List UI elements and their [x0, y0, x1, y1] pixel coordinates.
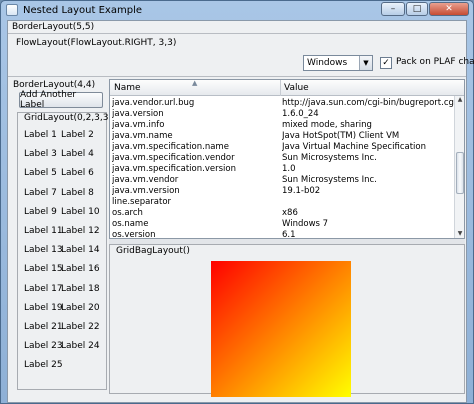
title-bar[interactable]: Nested Layout Example – □ ✕ [1, 1, 473, 19]
window-title: Nested Layout Example [23, 4, 142, 16]
grid-label: Label 11 [24, 226, 63, 236]
table-row[interactable]: os.name Windows 7 [110, 219, 454, 230]
grid-label: Label 17 [24, 283, 63, 294]
plaf-select[interactable]: Windows ▼ [303, 55, 373, 71]
scroll-up-icon[interactable]: ▲ [456, 96, 464, 104]
gradient-image [211, 261, 351, 397]
scroll-down-icon[interactable]: ▼ [456, 230, 464, 238]
divider [8, 33, 466, 34]
flow-layout-label: FlowLayout(FlowLayout.RIGHT, 3,3) [16, 38, 177, 48]
maximize-button[interactable]: □ [406, 2, 428, 16]
table-cell-name: line.separator [112, 197, 172, 207]
maximize-icon: □ [412, 4, 422, 14]
table-cell-value: Sun Microsystems Inc. [282, 153, 377, 163]
gridbag-layout-label: GridBagLayout() [116, 246, 190, 256]
grid-label: Label 21 [24, 322, 63, 332]
plaf-select-value: Windows [307, 58, 348, 68]
grid-layout-label: GridLayout(0,2,3,3) [24, 113, 112, 123]
grid-label: Label 5 [24, 168, 57, 179]
border-layout-inner-label: BorderLayout(4,4) [13, 80, 96, 90]
table-row[interactable]: line.separator [110, 197, 454, 208]
table-cell-name: java.vm.info [112, 120, 165, 130]
properties-table: Name ▲ Value java.vendor.url.bug http://j… [109, 79, 465, 239]
table-cell-value: x86 [282, 208, 298, 218]
table-row[interactable]: java.vm.specification.version 1.0 [110, 164, 454, 175]
table-row[interactable]: java.vm.specification.vendor Sun Microsys… [110, 153, 454, 164]
column-divider[interactable] [280, 80, 281, 96]
divider [8, 76, 466, 77]
grid-label: Label 12 [61, 226, 100, 236]
grid-label: Label 2 [61, 130, 94, 140]
table-cell-name: java.vm.vendor [112, 175, 179, 185]
table-row[interactable]: java.vm.specification.name Java Virtual M… [110, 142, 454, 153]
grid-label: Label 22 [61, 322, 100, 332]
table-cell-name: os.name [112, 219, 149, 229]
grid-label: Label 4 [61, 149, 94, 160]
java-frame-icon [6, 4, 18, 16]
table-row[interactable]: os.arch x86 [110, 208, 454, 219]
minimize-icon: – [390, 4, 396, 14]
table-row[interactable]: java.vm.info mixed mode, sharing [110, 120, 454, 131]
table-cell-value: 6.1 [282, 230, 296, 239]
table-cell-name: java.vm.version [112, 186, 180, 196]
table-cell-name: java.vendor.url.bug [112, 98, 195, 108]
grid-label: Label 24 [61, 341, 100, 352]
table-cell-name: java.vm.specification.name [112, 142, 229, 152]
table-row[interactable]: java.vm.name Java HotSpot(TM) Client VM [110, 131, 454, 142]
grid-label: Label 1 [24, 130, 57, 140]
column-header-value[interactable]: Value [284, 83, 309, 93]
grid-label: Label 6 [61, 168, 94, 179]
grid-label: Label 8 [61, 187, 94, 198]
table-cell-value: http://java.sun.com/cgi-bin/bugreport.cg… [282, 98, 454, 108]
table-cell-name: os.arch [112, 208, 143, 218]
column-header-name[interactable]: Name [114, 83, 141, 93]
table-cell-value: mixed mode, sharing [282, 120, 372, 130]
table-cell-value: Windows 7 [282, 219, 329, 229]
pack-checkbox-label: Pack on PLAF change [396, 57, 474, 67]
table-cell-value: Sun Microsystems Inc. [282, 175, 377, 185]
table-cell-name: java.vm.name [112, 131, 173, 141]
table-cell-value: 1.6.0_24 [282, 109, 319, 119]
grid-label: Label 16 [61, 264, 100, 275]
table-row[interactable]: java.version 1.6.0_24 [110, 109, 454, 120]
table-scrollbar[interactable]: ▲ ▼ [454, 96, 464, 238]
grid-label: Label 9 [24, 206, 57, 217]
add-another-label-button[interactable]: Add Another Label [19, 90, 103, 110]
table-row[interactable]: java.vendor.url.bug http://java.sun.com/c… [110, 98, 454, 109]
table-row[interactable]: java.vm.version 19.1-b02 [110, 186, 454, 197]
grid-layout-panel: GridLayout(0,2,3,3) Label 1 Label 2 Label … [17, 112, 112, 390]
close-icon: ✕ [445, 4, 453, 14]
table-cell-name: java.version [112, 109, 164, 119]
close-button[interactable]: ✕ [429, 2, 469, 16]
table-row[interactable]: java.vm.vendor Sun Microsystems Inc. [110, 175, 454, 186]
grid-label: Label 20 [61, 302, 100, 313]
pack-checkbox[interactable]: ✓ [380, 57, 392, 69]
window-controls: – □ ✕ [380, 2, 469, 16]
grid-label: Label 25 [24, 360, 63, 371]
minimize-button[interactable]: – [381, 2, 405, 16]
border-layout-outer-label: BorderLayout(5,5) [12, 22, 95, 32]
grid-label: Label 10 [61, 206, 100, 217]
grid-label: Label 13 [24, 245, 63, 256]
table-cell-value: 1.0 [282, 164, 296, 174]
table-cell-value: Java Virtual Machine Specification [282, 142, 426, 152]
grid-label: Label 15 [24, 264, 63, 275]
grid-label: Label 19 [24, 302, 63, 313]
grid-label: Label 3 [24, 149, 57, 160]
table-row[interactable]: os.version 6.1 [110, 230, 454, 239]
table-cell-value: Java HotSpot(TM) Client VM [282, 131, 400, 141]
grid-label: Label 7 [24, 187, 57, 198]
table-header: Name ▲ Value [110, 80, 464, 96]
sort-ascending-icon: ▲ [192, 79, 198, 87]
grid-label: Label 18 [61, 283, 100, 294]
table-cell-value: 19.1-b02 [282, 186, 321, 196]
grid-label: Label 14 [61, 245, 100, 256]
scrollbar-thumb[interactable] [456, 152, 464, 194]
app-window: Nested Layout Example – □ ✕ BorderLayout… [0, 0, 474, 404]
table-cell-name: os.version [112, 230, 156, 239]
chevron-down-icon[interactable]: ▼ [359, 56, 372, 70]
grid-label: Label 23 [24, 341, 63, 352]
table-cell-name: java.vm.specification.version [112, 164, 236, 174]
table-cell-name: java.vm.specification.vendor [112, 153, 235, 163]
